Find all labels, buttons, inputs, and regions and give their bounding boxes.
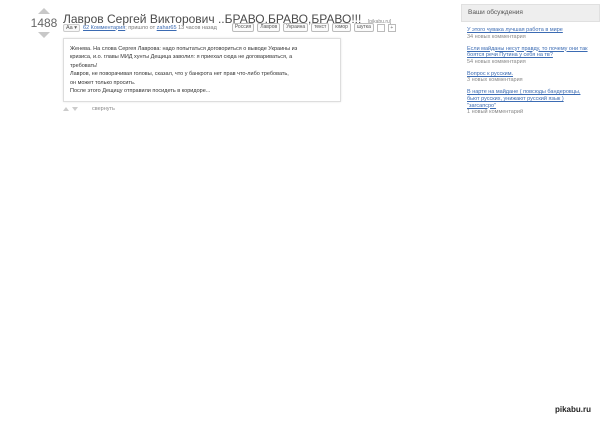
tag[interactable]: Лавров [257,23,281,32]
comments-link[interactable]: 62 Комментария [83,25,125,31]
post-text-line: он может только просить. [70,79,136,86]
discussion-item: Если майданы несут правду, то почему они… [461,46,600,66]
discussion-count: 34 новых комментария [467,33,526,40]
rating-value: 1488 [30,16,58,30]
discussion-title[interactable]: Вопрос к русским. [467,71,594,78]
collapse-link[interactable]: свернуть [92,106,115,112]
small-upvote-icon[interactable] [63,107,69,111]
font-size-button[interactable]: Aa ▾ [63,23,81,32]
rating-widget: 1488 [30,8,58,38]
watermark: pikabu.ru [555,405,592,414]
post-text-line: После этого Дещицу отправили посидеть в … [70,88,211,95]
tag[interactable]: юмор [332,23,351,32]
post-meta: Aa ▾ 62 Комментария ; пришло от zahar65 … [63,23,396,32]
post-text: Женева. На слова Сергея Лаврова: надо по… [70,45,297,95]
sidebar-header: Ваши обсуждения [461,4,600,22]
author-link[interactable]: zahar65 [157,25,177,31]
discussion-title[interactable]: В нарте на майдане ( повсюды бандеровцы,… [467,89,594,109]
tag[interactable]: текст [311,23,330,32]
post-text-line: Женева. На слова Сергея Лаврова: надо по… [70,46,298,52]
discussion-count: 3 новых комментария [467,77,523,84]
tag[interactable]: шутка [353,23,374,32]
post-text-line: требовать! [70,62,98,69]
save-icon[interactable] [376,23,385,32]
discussion-item: В нарте на майдане ( повсюды бандеровцы,… [461,89,600,116]
tag-list: Россия Лавров Украина текст юмор шутка + [229,23,396,32]
post-text-line: Лавров, не поворачивая головы, сказал, ч… [70,71,289,78]
post-text-line: кризиса, и.о. главы МИД хунты Дещица зав… [70,54,293,61]
discussion-item: Вопрос к русским. 3 новых комментария [461,71,600,85]
discussion-count: 1 новый комментарий [467,109,524,116]
discussion-title[interactable]: У этого чувака лучшая работа в мире [467,27,594,34]
discussions-sidebar: Ваши обсуждения У этого чувака лучшая ра… [461,4,600,134]
discussion-count: 54 новых комментария [467,58,526,65]
post-time: 13 часов назад [178,24,217,31]
posted-label: ; пришло от [125,24,156,31]
downvote-icon[interactable] [38,32,50,38]
tag[interactable]: Россия [231,23,255,32]
discussion-title[interactable]: Если майданы несут правду, то почему они… [467,46,594,59]
plus-icon[interactable]: + [387,23,396,32]
tag[interactable]: Украина [283,23,309,32]
upvote-icon[interactable] [38,8,50,14]
post-body: Женева. На слова Сергея Лаврова: надо по… [63,38,341,102]
discussion-item: У этого чувака лучшая работа в мире 34 н… [461,27,600,41]
small-downvote-icon[interactable] [72,107,78,111]
post-footer: свернуть [63,106,115,112]
